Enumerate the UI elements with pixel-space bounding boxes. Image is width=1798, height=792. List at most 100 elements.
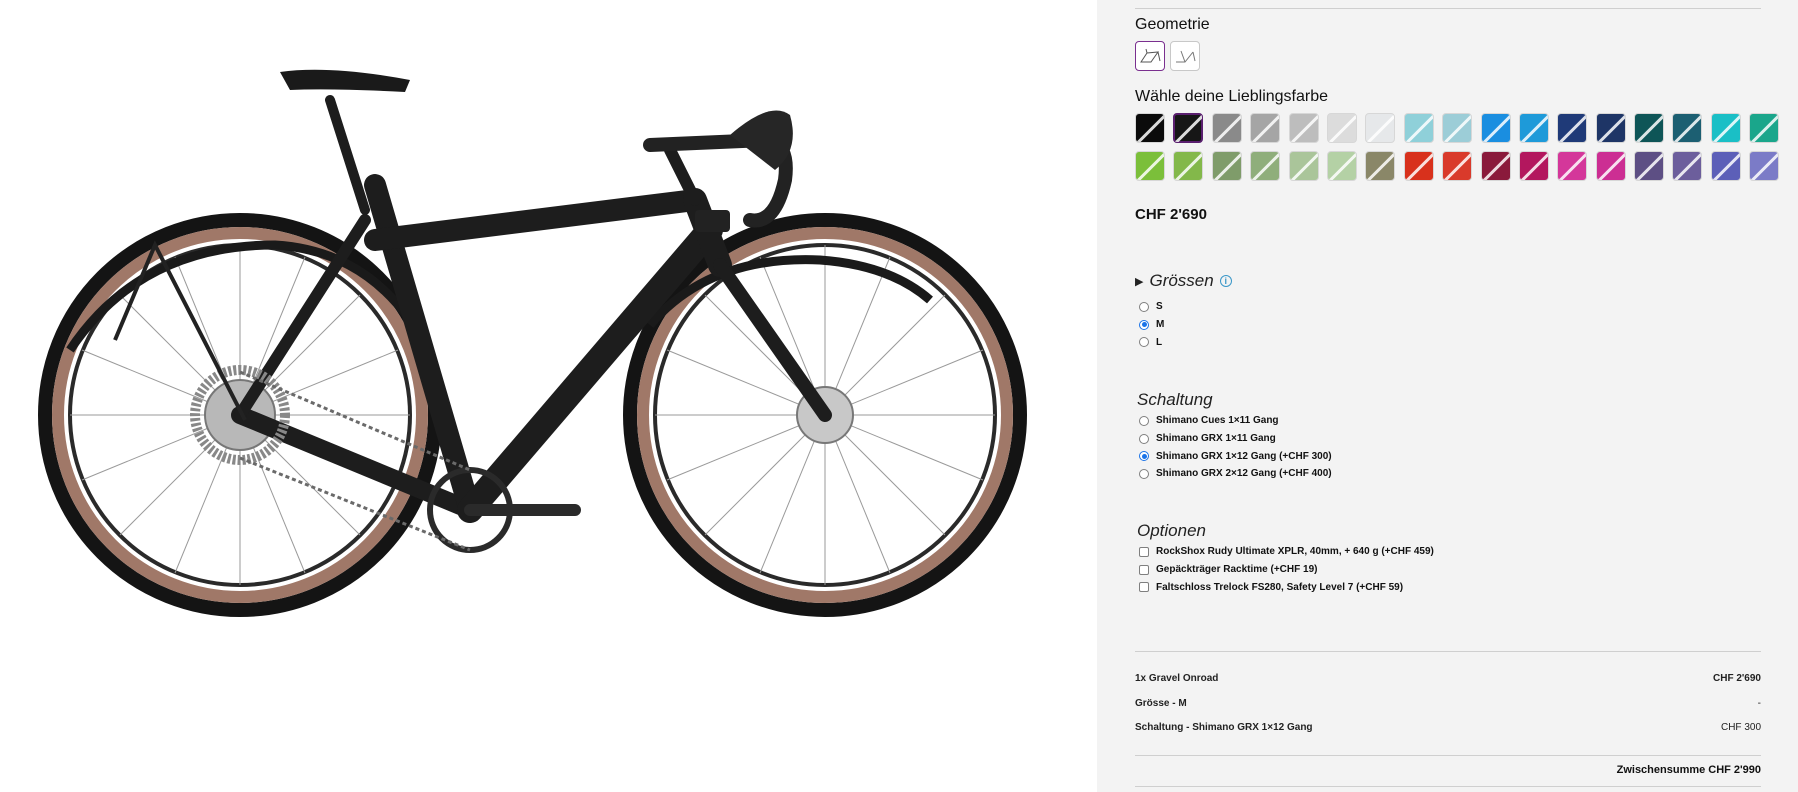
geometry-step-through-option[interactable] <box>1170 41 1200 71</box>
color-swatch[interactable] <box>1480 151 1511 182</box>
color-swatch[interactable] <box>1288 151 1319 182</box>
divider <box>1135 8 1761 9</box>
gearing-option-label: Shimano GRX 2×12 Gang (+CHF 400) <box>1156 468 1332 480</box>
color-swatch[interactable] <box>1595 113 1626 143</box>
color-swatch[interactable] <box>1749 113 1780 143</box>
summary-row-gearing: Schaltung - Shimano GRX 1×12 Gang CHF 30… <box>1135 722 1761 733</box>
color-swatch[interactable] <box>1211 151 1242 182</box>
step-through-frame-icon <box>1176 50 1196 63</box>
color-swatch[interactable] <box>1442 151 1473 182</box>
color-swatch[interactable] <box>1403 113 1434 143</box>
color-swatch[interactable] <box>1211 113 1242 143</box>
gearing-option-label: Shimano GRX 1×12 Gang (+CHF 300) <box>1156 450 1332 462</box>
color-swatch[interactable] <box>1557 151 1588 182</box>
gearing-option[interactable]: Shimano GRX 1×12 Gang (+CHF 300) <box>1139 447 1332 465</box>
radio-button[interactable] <box>1139 319 1149 330</box>
color-swatch[interactable] <box>1288 113 1319 143</box>
color-swatch[interactable] <box>1595 151 1626 182</box>
info-icon[interactable]: i <box>1219 275 1232 287</box>
size-option[interactable]: L <box>1139 333 1164 351</box>
diamond-frame-icon <box>1140 48 1161 63</box>
size-option[interactable]: M <box>1139 316 1164 334</box>
color-swatch[interactable] <box>1672 113 1703 143</box>
expand-triangle-icon: ▶ <box>1135 275 1144 288</box>
checkbox[interactable] <box>1139 546 1149 557</box>
checkbox[interactable] <box>1139 582 1149 593</box>
bike-image <box>38 69 1027 617</box>
color-swatch[interactable] <box>1250 113 1281 143</box>
color-swatch[interactable] <box>1672 151 1703 182</box>
options-title: Optionen <box>1137 521 1206 540</box>
color-swatch[interactable] <box>1710 113 1741 143</box>
color-swatch[interactable] <box>1326 151 1357 182</box>
size-option-label: S <box>1156 301 1163 313</box>
summary-value: - <box>1757 698 1761 709</box>
checkbox[interactable] <box>1139 564 1149 575</box>
divider <box>1135 651 1761 652</box>
product-image-area <box>0 0 1097 792</box>
summary-row-size: Grösse - M - <box>1135 698 1761 709</box>
size-option[interactable]: S <box>1139 298 1164 316</box>
subtotal-value: CHF 2'990 <box>1708 764 1761 776</box>
product-price: CHF 2'690 <box>1135 206 1207 223</box>
extra-options: RockShox Rudy Ultimate XPLR, 40mm, + 640… <box>1139 543 1434 596</box>
color-swatch[interactable] <box>1480 113 1511 143</box>
gearing-option[interactable]: Shimano GRX 1×11 Gang <box>1139 430 1332 448</box>
extra-option-label: Gepäckträger Racktime (+CHF 19) <box>1156 564 1318 576</box>
sizes-title: Grössen <box>1149 271 1214 290</box>
gearing-option-label: Shimano GRX 1×11 Gang <box>1156 433 1276 445</box>
radio-button[interactable] <box>1139 337 1149 348</box>
gearing-option-label: Shimano Cues 1×11 Gang <box>1156 415 1279 427</box>
color-swatch[interactable] <box>1634 113 1665 143</box>
color-swatch[interactable] <box>1634 151 1665 182</box>
color-swatch[interactable] <box>1403 151 1434 182</box>
color-swatch[interactable] <box>1710 151 1741 182</box>
color-swatch[interactable] <box>1365 151 1396 182</box>
color-swatch[interactable] <box>1135 113 1165 143</box>
summary-label: 1x Gravel Onroad <box>1135 673 1219 684</box>
radio-button[interactable] <box>1139 415 1149 426</box>
subtotal-label: Zwischensumme <box>1616 764 1706 776</box>
extra-option-label: Faltschloss Trelock FS280, Safety Level … <box>1156 581 1404 593</box>
gearing-option[interactable]: Shimano Cues 1×11 Gang <box>1139 412 1332 430</box>
color-swatch[interactable] <box>1518 113 1549 143</box>
subtotal: Zwischensumme CHF 2'990 <box>1614 764 1761 776</box>
summary-value: CHF 300 <box>1720 722 1761 733</box>
extra-option[interactable]: RockShox Rudy Ultimate XPLR, 40mm, + 640… <box>1139 543 1434 561</box>
color-swatch[interactable] <box>1365 113 1396 143</box>
geometry-diamond-option[interactable] <box>1135 41 1165 71</box>
sizes-header[interactable]: ▶ Grössen i <box>1135 271 1232 291</box>
divider <box>1135 786 1761 787</box>
configurator-panel: Geometrie Wähle deine Lieblingsfarbe CHF… <box>1097 0 1798 792</box>
color-swatch[interactable] <box>1173 113 1204 143</box>
color-swatch[interactable] <box>1557 113 1588 143</box>
color-swatch[interactable] <box>1749 151 1780 182</box>
color-swatch[interactable] <box>1250 151 1281 182</box>
summary-label: Schaltung - Shimano GRX 1×12 Gang <box>1135 722 1313 733</box>
color-swatch[interactable] <box>1326 113 1357 143</box>
geometry-options <box>1135 41 1200 71</box>
divider <box>1135 755 1761 756</box>
color-swatch[interactable] <box>1135 151 1165 182</box>
size-options: SML <box>1139 298 1164 351</box>
radio-button[interactable] <box>1139 301 1149 312</box>
extra-option-label: RockShox Rudy Ultimate XPLR, 40mm, + 640… <box>1156 546 1434 558</box>
color-title: Wähle deine Lieblingsfarbe <box>1135 88 1329 105</box>
radio-button[interactable] <box>1139 468 1149 479</box>
gearing-title: Schaltung <box>1137 390 1213 409</box>
summary-row-product: 1x Gravel Onroad CHF 2'690 <box>1135 673 1761 684</box>
gearing-options: Shimano Cues 1×11 Gang Shimano GRX 1×11 G… <box>1139 412 1332 483</box>
color-swatch[interactable] <box>1518 151 1549 182</box>
extra-option[interactable]: Gepäckträger Racktime (+CHF 19) <box>1139 561 1434 579</box>
summary-value: CHF 2'690 <box>1713 673 1761 684</box>
size-option-label: M <box>1156 319 1165 331</box>
color-swatch[interactable] <box>1442 113 1473 143</box>
color-swatches <box>1135 113 1780 182</box>
gearing-option[interactable]: Shimano GRX 2×12 Gang (+CHF 400) <box>1139 465 1332 483</box>
extra-option[interactable]: Faltschloss Trelock FS280, Safety Level … <box>1139 578 1434 596</box>
size-option-label: L <box>1156 336 1163 348</box>
geometry-title: Geometrie <box>1135 16 1210 33</box>
color-swatch[interactable] <box>1173 151 1204 182</box>
radio-button[interactable] <box>1139 433 1149 444</box>
radio-button[interactable] <box>1139 451 1149 462</box>
